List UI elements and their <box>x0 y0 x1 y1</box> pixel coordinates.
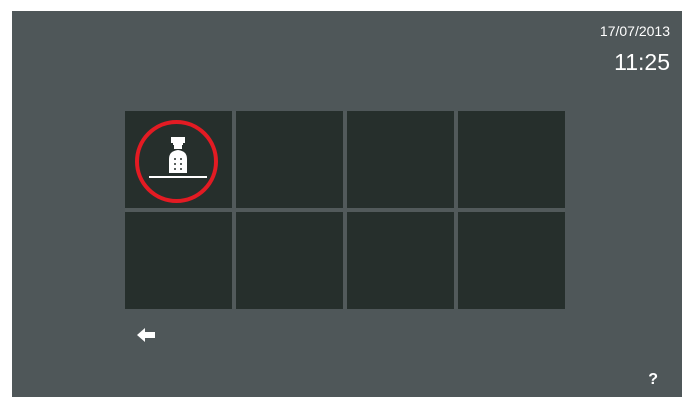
grid-cell-concierge[interactable] <box>125 111 232 208</box>
grid-cell-empty[interactable] <box>125 212 232 309</box>
help-button[interactable]: ? <box>648 371 658 389</box>
grid-cell-empty[interactable] <box>458 212 565 309</box>
intercom-screen: 17/07/2013 11:25 ? <box>12 11 682 397</box>
grid-cell-empty[interactable] <box>458 111 565 208</box>
time-display: 11:25 <box>614 49 670 75</box>
grid-cell-empty[interactable] <box>347 212 454 309</box>
app-grid <box>125 111 565 309</box>
grid-cell-empty[interactable] <box>347 111 454 208</box>
grid-cell-empty[interactable] <box>236 111 343 208</box>
grid-cell-empty[interactable] <box>236 212 343 309</box>
selection-ring <box>135 120 218 203</box>
back-arrow-icon[interactable] <box>136 327 156 343</box>
date-display: 17/07/2013 <box>599 23 670 39</box>
